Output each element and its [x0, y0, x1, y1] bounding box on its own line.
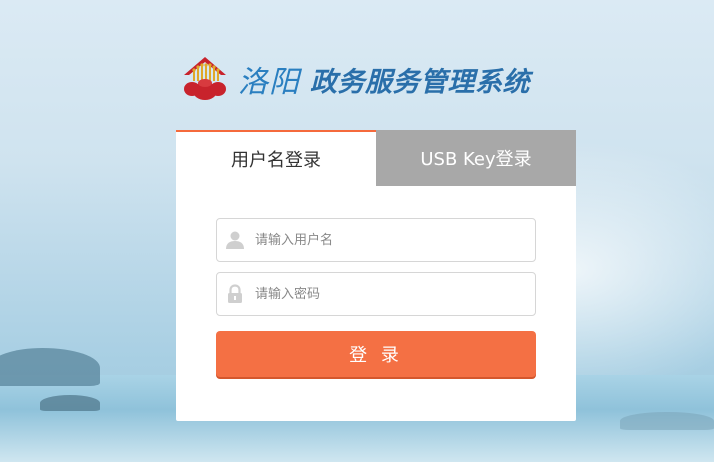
password-input[interactable]	[253, 276, 525, 312]
page-header: 洛阳 政务服务管理系统	[180, 55, 530, 103]
background-rock	[0, 348, 100, 386]
red-crown-emblem-icon	[184, 57, 226, 100]
username-field[interactable]	[216, 218, 536, 262]
password-field[interactable]	[216, 272, 536, 316]
tab-usb-key-login[interactable]: USB Key登录	[376, 130, 576, 186]
header-city: 洛阳	[238, 65, 300, 100]
background-rock	[40, 395, 100, 411]
lock-icon	[217, 273, 253, 315]
user-icon	[217, 219, 253, 261]
login-panel: 用户名登录 USB Key登录 登 录	[176, 130, 576, 421]
tab-username-login[interactable]: 用户名登录	[176, 130, 376, 186]
login-button[interactable]: 登 录	[216, 331, 536, 377]
username-input[interactable]	[253, 222, 525, 258]
page-title: 政务服务管理系统	[310, 66, 530, 98]
background-rock	[620, 412, 714, 430]
login-tabs: 用户名登录 USB Key登录	[176, 130, 576, 186]
